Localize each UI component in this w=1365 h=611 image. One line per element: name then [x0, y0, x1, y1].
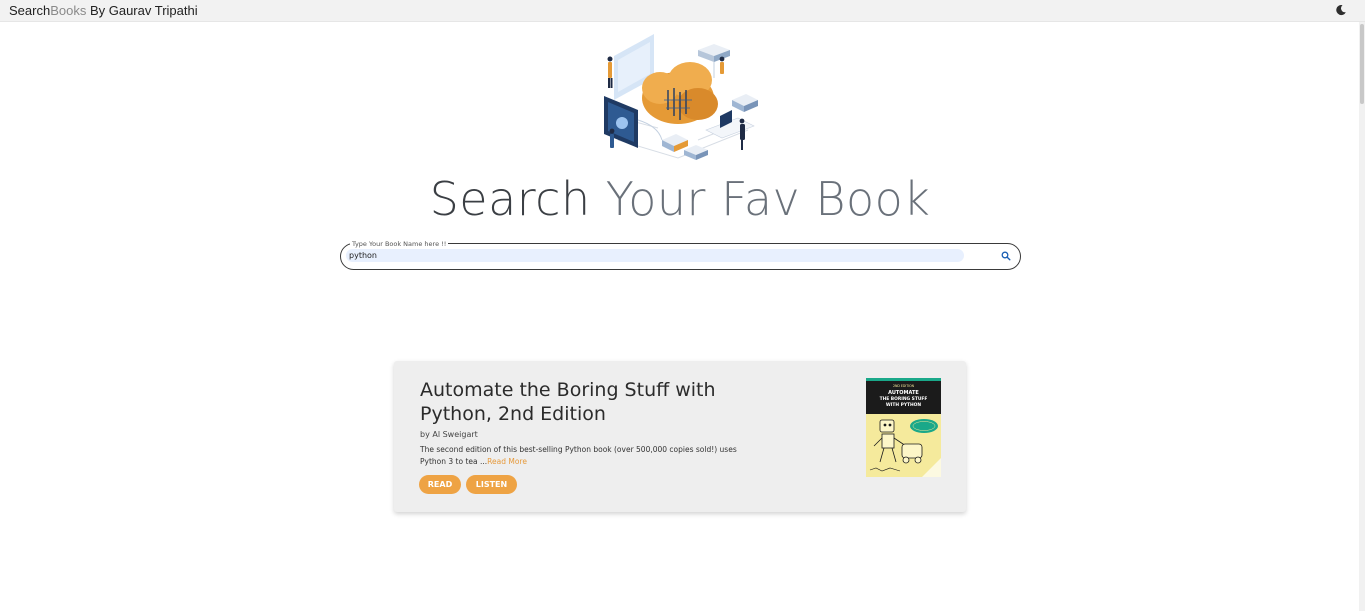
cover-title-2: THE BORING STUFF — [880, 396, 928, 402]
cover-title-3: WITH PYTHON — [886, 402, 921, 408]
cover-edition: 2ND EDITION — [893, 384, 915, 388]
search-input[interactable] — [346, 249, 964, 262]
listen-button[interactable]: LISTEN — [466, 475, 517, 494]
scrollbar-thumb[interactable] — [1360, 24, 1364, 104]
heading-search-word: Search — [429, 172, 591, 226]
book-cover-image[interactable]: 2ND EDITION AUTOMATE THE BORING STUFF WI… — [866, 378, 941, 477]
search-icon[interactable] — [1001, 251, 1011, 261]
brand-author: By Gaurav Tripathi — [86, 3, 198, 18]
cloud-data-illustration — [604, 34, 758, 160]
heading-fav-book: Your Fav Book — [590, 172, 931, 226]
moon-icon[interactable] — [1335, 4, 1347, 16]
brand-search-word: Search — [9, 3, 51, 18]
top-navbar: SearchBooks By Gaurav Tripathi — [0, 0, 1365, 22]
book-author: by Al Sweigart — [420, 430, 478, 439]
read-button[interactable]: READ — [419, 475, 461, 494]
page-title: Search Your Fav Book — [0, 172, 1360, 226]
read-more-link[interactable]: Read More — [487, 457, 527, 466]
search-box: Type Your Book Name here !! — [340, 240, 1021, 270]
page-scrollbar[interactable] — [1359, 22, 1365, 611]
search-legend-label: Type Your Book Name here !! — [350, 240, 449, 248]
brand-books-word: Books — [50, 3, 87, 18]
book-description: The second edition of this best-selling … — [420, 444, 765, 468]
cover-title-1: AUTOMATE — [888, 390, 919, 396]
brand-logo-text[interactable]: SearchBooks By Gaurav Tripathi — [9, 3, 198, 18]
book-description-text: The second edition of this best-selling … — [420, 445, 737, 466]
book-title: Automate the Boring Stuff with Python, 2… — [420, 379, 716, 425]
book-result-card: Automate the Boring Stuff with Python, 2… — [394, 361, 966, 512]
